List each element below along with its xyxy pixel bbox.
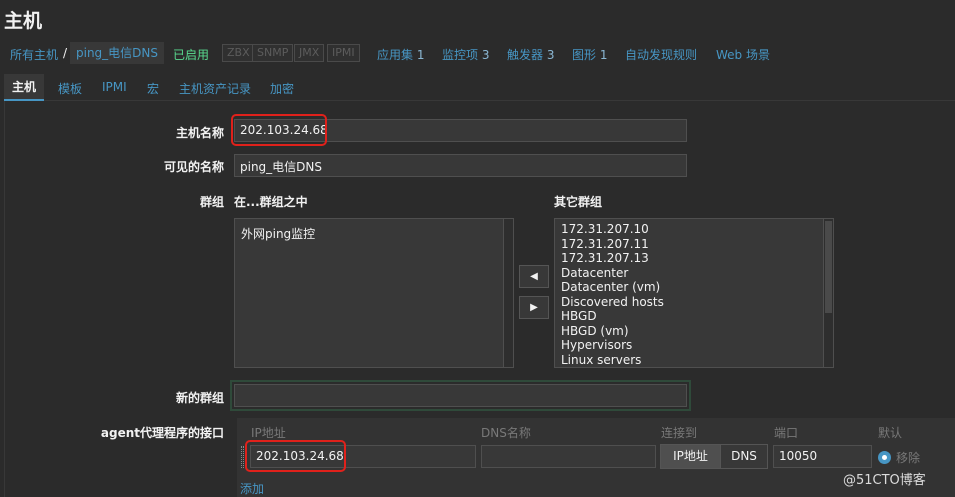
nav-applications-count: 1 [416, 48, 425, 62]
nav-discovery-rules[interactable]: 自动发现规则 [625, 46, 697, 63]
nav-graphs[interactable]: 图形 1 [572, 46, 607, 63]
in-groups-listbox[interactable]: 外网ping监控 [234, 218, 514, 368]
nav-graphs-label: 图形 [572, 48, 597, 62]
tab-inventory[interactable]: 主机资产记录 [179, 80, 251, 97]
new-group-input[interactable] [234, 384, 687, 407]
agent-interface-label: agent代理程序的接口 [100, 426, 224, 440]
connect-dns-button[interactable]: DNS [720, 444, 768, 469]
arrow-right-icon: ▶ [530, 302, 538, 313]
iface-dns-header: DNS名称 [481, 426, 531, 440]
nav-triggers-label: 触发器 [507, 48, 544, 62]
other-group-option[interactable]: Hypervisors [561, 338, 827, 353]
remove-interface-link[interactable]: 移除 [896, 449, 920, 466]
iface-dns-input[interactable] [481, 445, 656, 468]
nav-web-scenarios[interactable]: Web 场景 [716, 46, 770, 63]
breadcrumb-current-host[interactable]: ping_电信DNS [70, 42, 165, 64]
jmx-availability-badge: JMX [294, 44, 325, 62]
add-interface-link[interactable]: 添加 [240, 480, 264, 497]
tab-encryption[interactable]: 加密 [270, 80, 294, 97]
other-group-option[interactable]: 172.31.207.10 [561, 222, 827, 237]
other-group-option[interactable]: Datacenter [561, 266, 827, 281]
ipmi-availability-badge: IPMI [327, 44, 360, 62]
default-interface-radio[interactable] [878, 451, 891, 464]
nav-items-label: 监控项 [442, 48, 479, 62]
nav-items[interactable]: 监控项 3 [442, 46, 489, 63]
iface-connect-header: 连接到 [661, 426, 698, 440]
tab-ipmi[interactable]: IPMI [102, 80, 127, 94]
in-groups-scrollbar[interactable] [503, 219, 513, 367]
iface-port-header: 端口 [774, 426, 799, 440]
host-name-label: 主机名称 [175, 126, 224, 140]
nav-triggers-count: 3 [546, 48, 555, 62]
nav-triggers[interactable]: 触发器 3 [507, 46, 554, 63]
page-header: 主机 [0, 0, 955, 38]
nav-items-count: 3 [481, 48, 490, 62]
status-enabled-badge[interactable]: 已启用 [173, 46, 209, 63]
iface-default-header: 默认 [878, 426, 903, 440]
new-group-label: 新的群组 [175, 391, 224, 405]
breadcrumb-all-hosts[interactable]: 所有主机 [10, 46, 58, 63]
move-right-button[interactable]: ▶ [519, 296, 549, 319]
move-left-button[interactable]: ◀ [519, 265, 549, 288]
other-groups-label: 其它群组 [554, 195, 603, 209]
iface-port-input[interactable]: 10050 [773, 445, 872, 468]
snmp-availability-badge: SNMP [252, 44, 294, 62]
watermark: @51CTO博客 [843, 473, 926, 488]
visible-name-input[interactable]: ping_电信DNS [234, 154, 687, 177]
zbx-availability-badge: ZBX [222, 44, 255, 62]
arrow-left-icon: ◀ [530, 271, 538, 282]
tab-templates[interactable]: 模板 [58, 80, 82, 97]
nav-applications-label: 应用集 [377, 48, 414, 62]
other-group-option[interactable]: Discovered hosts [561, 295, 827, 310]
drag-handle-icon[interactable] [241, 446, 244, 468]
in-group-option[interactable]: 外网ping监控 [241, 227, 507, 242]
groups-label: 群组 [199, 195, 224, 209]
form-tabs: 主机 模板 IPMI 宏 主机资产记录 加密 [4, 74, 955, 101]
highlight-iface-ip [245, 440, 346, 472]
other-groups-scroll-thumb[interactable] [825, 221, 832, 313]
other-group-option[interactable]: Datacenter (vm) [561, 280, 827, 295]
breadcrumb-separator: / [63, 46, 68, 60]
visible-name-label: 可见的名称 [163, 160, 224, 174]
in-groups-label: 在...群组之中 [234, 195, 308, 209]
nav-graphs-count: 1 [599, 48, 608, 62]
other-group-option[interactable]: 172.31.207.13 [561, 251, 827, 266]
iface-ip-header: IP地址 [251, 426, 286, 440]
other-group-option[interactable]: Linux servers [561, 353, 827, 368]
highlight-host-name [231, 114, 327, 146]
other-group-option[interactable]: HBGD (vm) [561, 324, 827, 339]
connect-ip-button[interactable]: IP地址 [660, 444, 721, 469]
other-groups-scrollbar[interactable] [823, 219, 833, 367]
other-group-option[interactable]: 172.31.207.11 [561, 237, 827, 252]
nav-applications[interactable]: 应用集 1 [377, 46, 424, 63]
other-group-option[interactable]: HBGD [561, 309, 827, 324]
tab-macros[interactable]: 宏 [147, 80, 159, 97]
other-groups-listbox[interactable]: 172.31.207.10 172.31.207.11 172.31.207.1… [554, 218, 834, 368]
page-title: 主机 [4, 10, 43, 32]
tab-host[interactable]: 主机 [4, 74, 45, 101]
